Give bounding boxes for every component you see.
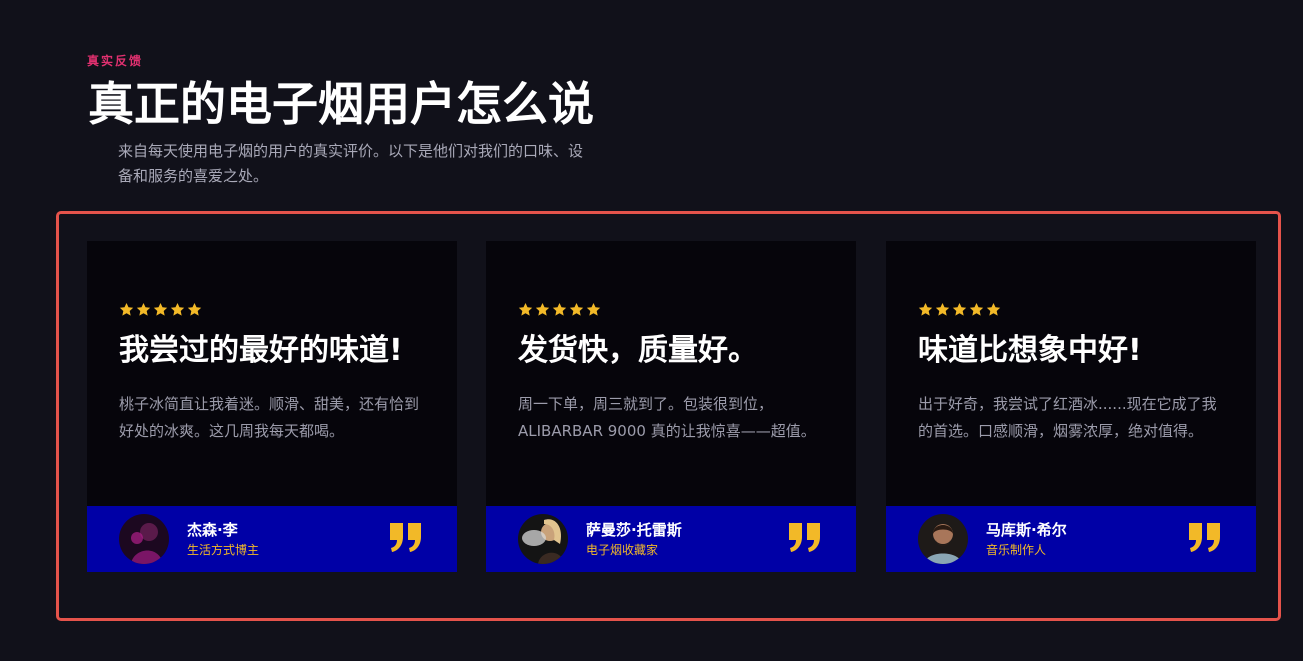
section-eyebrow: 真实反馈 [87,54,144,68]
person-avatar-icon [119,514,169,564]
testimonial-title: 发货快，质量好。 [518,333,758,368]
testimonial-card: 我尝过的最好的味道! 桃子冰简直让我着迷。顺滑、甜美，还有恰到好处的冰爽。这几周… [87,241,457,572]
section-headline: 真正的电子烟用户怎么说 [88,77,594,131]
star-icon [569,302,584,316]
star-icon [170,302,185,316]
testimonial-body: 我尝过的最好的味道! 桃子冰简直让我着迷。顺滑、甜美，还有恰到好处的冰爽。这几周… [119,241,425,506]
quote-mark-icon [789,523,820,552]
testimonial-body: 发货快，质量好。 周一下单，周三就到了。包装很到位，ALIBARBAR 9000… [518,241,824,506]
testimonial-text: 桃子冰简直让我着迷。顺滑、甜美，还有恰到好处的冰爽。这几周我每天都喝。 [119,395,420,440]
star-icon [552,302,567,316]
author-role: 音乐制作人 [986,543,1047,557]
testimonial-card: 味道比想象中好! 出于好奇，我尝试了红酒冰......现在它成了我的首选。口感顺… [886,241,1256,572]
star-icon [187,302,202,316]
star-icon [518,302,533,316]
person-avatar-icon [918,514,968,564]
testimonial-title: 我尝过的最好的味道! [119,333,403,368]
star-icon [136,302,151,316]
author-role: 电子烟收藏家 [586,543,659,557]
testimonial-text: 周一下单，周三就到了。包装很到位，ALIBARBAR 9000 真的让我惊喜——… [518,395,816,440]
author-name: 马库斯·希尔 [986,521,1067,539]
person-avatar-icon [518,514,568,564]
testimonial-author-bar: 萨曼莎·托雷斯 电子烟收藏家 [486,506,856,572]
testimonial-text: 出于好奇，我尝试了红酒冰......现在它成了我的首选。口感顺滑，烟雾浓厚，绝对… [918,395,1217,440]
star-icon [935,302,950,316]
star-rating [518,302,824,317]
testimonial-title: 味道比想象中好! [918,333,1142,368]
testimonial-card: 发货快，质量好。 周一下单，周三就到了。包装很到位，ALIBARBAR 9000… [486,241,856,572]
star-icon [535,302,550,316]
star-icon [153,302,168,316]
author-name: 萨曼莎·托雷斯 [586,521,682,539]
star-rating [918,302,1224,317]
star-icon [586,302,601,316]
author-name: 杰森·李 [187,521,238,539]
author-role: 生活方式博主 [187,543,260,557]
testimonials-section: 真实反馈 真正的电子烟用户怎么说 来自每天使用电子烟的用户的真实评价。以下是他们… [0,0,1303,661]
quote-mark-icon [1189,523,1220,552]
quote-mark-icon [390,523,421,552]
testimonial-body: 味道比想象中好! 出于好奇，我尝试了红酒冰......现在它成了我的首选。口感顺… [918,241,1224,506]
section-subtitle: 来自每天使用电子烟的用户的真实评价。以下是他们对我们的口味、设备和服务的喜爱之处… [118,142,584,185]
star-icon [986,302,1001,316]
testimonial-author-bar: 杰森·李 生活方式博主 [87,506,457,572]
star-icon [969,302,984,316]
star-icon [119,302,134,316]
star-icon [918,302,933,316]
star-rating [119,302,425,317]
star-icon [952,302,967,316]
testimonial-author-bar: 马库斯·希尔 音乐制作人 [886,506,1256,572]
